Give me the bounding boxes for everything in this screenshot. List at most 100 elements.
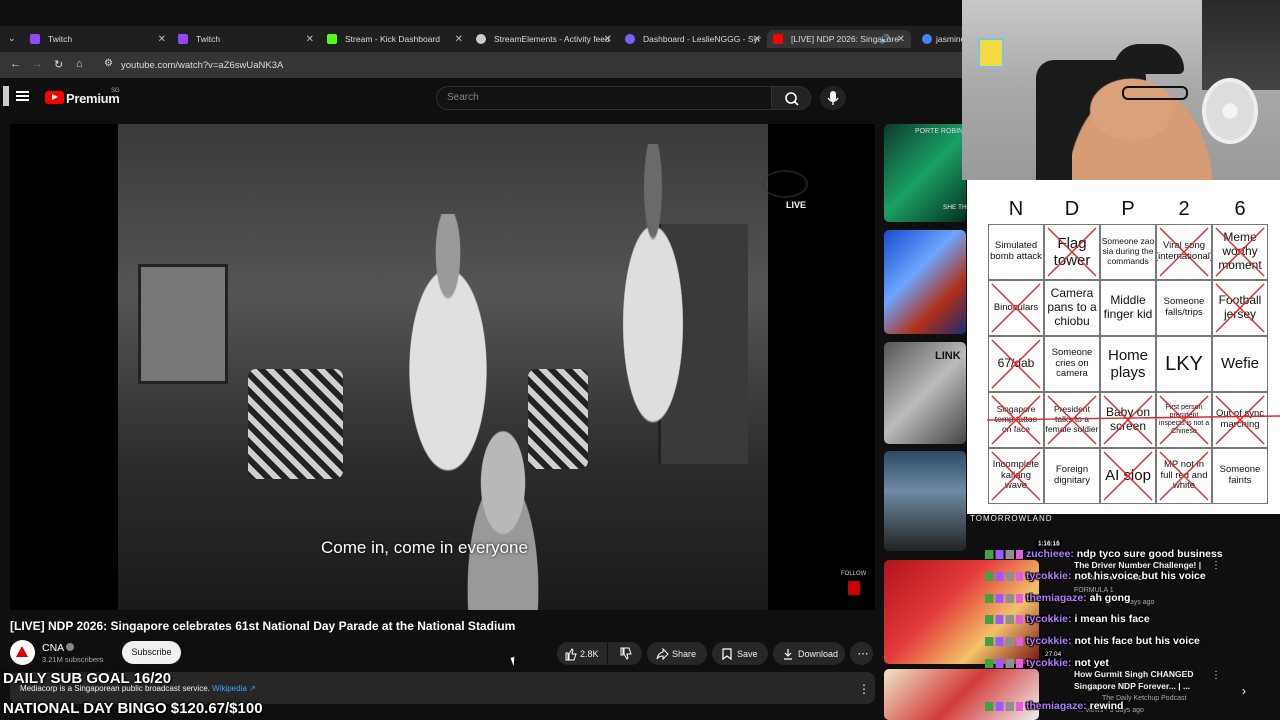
close-tab-icon[interactable]: ✕ [604,34,612,45]
boy-figure [448,414,558,610]
like-button[interactable]: 2.8K [557,642,607,665]
more-icon: ⋯ [857,648,869,660]
site-info-icon[interactable]: ⚙ [104,58,113,69]
window [138,264,228,384]
verified-icon [66,643,74,651]
recommended-thumbnail[interactable] [884,451,966,551]
close-tab-icon[interactable]: ✕ [753,34,761,45]
voice-search-button[interactable] [820,86,846,110]
chat-username[interactable]: tycokkie: [1026,570,1074,582]
tab-list-dropdown-icon[interactable]: ⌄ [8,33,16,44]
search-input[interactable]: Search [436,86,772,110]
subscribe-button[interactable]: Subscribe [122,641,181,664]
bingo-goal-overlay: NATIONAL DAY BINGO $120.67/$100 [3,700,263,717]
menu-icon[interactable] [16,91,29,101]
description-menu-icon[interactable]: ⋮ [858,682,870,696]
bingo-cell: Camera pans to a chiobu [1044,280,1100,336]
chat-message: tycokkie: i mean his face [985,613,1150,625]
armchair [248,369,343,479]
close-tab-icon[interactable]: ✕ [306,34,314,45]
chat-badges-icon [985,549,1023,559]
chat-message: themiagaze: ah gong [985,592,1130,604]
chat-text: ah gong [1089,592,1131,604]
fan [1202,78,1258,144]
tab-streamelements[interactable]: StreamElements - Activity feed ✕ [476,30,612,48]
bingo-cell-text: Baby on screen [1105,405,1151,433]
streamelements-icon [476,34,486,44]
home-icon[interactable]: ⌂ [76,58,83,70]
thumbs-down-icon [620,647,632,660]
sidebar-edge [3,86,9,106]
bingo-cell-text: Incomplete kallang wave [992,458,1040,492]
chat-username[interactable]: tycokkie: [1026,635,1074,647]
recommended-menu-icon[interactable]: ⋮ [1211,560,1221,571]
bingo-cell: President talks to a female soldier [1044,392,1100,448]
channel-avatar[interactable] [10,640,35,665]
bingo-cell-text: Camera pans to a chiobu [1047,286,1097,328]
close-tab-icon[interactable]: ✕ [455,34,463,45]
close-tab-icon[interactable]: ✕ [158,34,166,45]
dislike-button[interactable] [608,642,642,665]
chat-timestamp: 1:16:16 [1038,540,1060,547]
chat-username[interactable]: zuchieee: [1026,548,1077,560]
tab-jasmine[interactable]: jasmine [922,30,962,48]
chevron-right-icon[interactable]: › [1242,684,1246,698]
bingo-header: 6 [1234,198,1246,220]
wikipedia-link[interactable]: Wikipedia ↗ [212,684,256,693]
chat-text: rewind [1089,700,1124,712]
bingo-cell-text: Home plays [1107,346,1148,381]
bingo-cell-text: Wefie [1220,355,1260,373]
chat-message: tycokkie: not his voice but his voice [985,570,1206,582]
recommended-thumbnail[interactable] [884,230,966,334]
chat-username[interactable]: themiagaze: [1026,592,1090,604]
bingo-cell: Someone cries on camera [1044,336,1100,392]
recommended-menu-icon[interactable]: ⋮ [1211,670,1221,681]
recommended-thumbnail[interactable] [884,669,1039,720]
bingo-cell-text: Someone zao sia during the commands [1101,236,1155,266]
tab-label: jasmine [936,34,962,44]
close-tab-icon[interactable]: ✕ [897,34,905,45]
bingo-cell: 67/dab [988,336,1044,392]
tab-dashboard[interactable]: Dashboard - LeslieNGGG - Syn ✕ [625,30,761,48]
chat-text: not his face but his voice [1074,635,1200,647]
streamer-hair [1114,44,1184,74]
recommended-title[interactable]: How Gurmit Singh CHANGED [1074,669,1193,679]
chat-badges-icon [985,571,1023,581]
chat-username[interactable]: tycokkie: [1026,657,1074,669]
chat-username[interactable]: tycokkie: [1026,613,1074,625]
live-badge: LIVE [786,200,807,210]
follow-channel-icon[interactable] [848,581,860,595]
bingo-cell: Someone falls/trips [1156,280,1212,336]
bingo-cell-text: Singapore temp tattoo on face [994,404,1038,434]
search-button[interactable] [771,86,811,110]
follow-label[interactable]: FOLLOW [841,571,866,577]
tab-label: Twitch [196,34,221,44]
forward-icon[interactable]: → [32,58,43,70]
save-button[interactable]: Save [712,642,768,665]
more-actions-button[interactable]: ⋯ [850,642,873,665]
back-icon[interactable]: ← [10,58,21,70]
bingo-header: D [1064,198,1080,220]
bingo-cell-text: Someone faints [1219,464,1261,486]
tab-twitch-2[interactable]: Twitch ✕ [178,30,314,48]
speaker-icon[interactable]: 🔊 [880,34,891,45]
region-code: SG [111,88,120,94]
tab-label: StreamElements - Activity feed [494,34,610,44]
tab-youtube-ndp[interactable]: [LIVE] NDP 2026: Singapore 🔊 ✕ [767,30,911,48]
reload-icon[interactable]: ↻ [54,58,63,71]
url-field[interactable]: youtube.com/watch?v=aZ6swUaNK3A [121,60,283,71]
bingo-cell: First person president inspects is not a… [1156,392,1212,448]
tab-twitch-1[interactable]: Twitch ✕ [30,30,166,48]
bingo-cell: Someone zao sia during the commands [1100,224,1156,280]
tab-kick-dashboard[interactable]: Stream - Kick Dashboard ✕ [327,30,463,48]
channel-name[interactable]: CNA [42,642,64,654]
chat-username[interactable]: themiagaze: [1026,700,1090,712]
recommended-title[interactable]: Singapore NDP Forever... | ... [1074,681,1190,691]
youtube-logo-icon[interactable] [45,91,64,104]
recommended-title[interactable]: The Driver Number Challenge! | [1074,560,1201,570]
share-button[interactable]: Share [647,642,707,665]
microphone-icon [827,91,839,105]
tab-label: Twitch [48,34,73,44]
download-button[interactable]: Download [773,642,845,665]
chat-badges-icon [985,658,1023,668]
